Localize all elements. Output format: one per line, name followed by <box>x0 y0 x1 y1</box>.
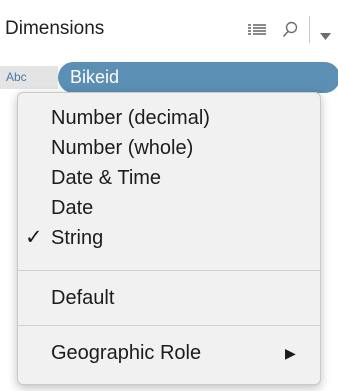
menu-item-label: Number (decimal) <box>51 107 210 129</box>
menu-item-number-decimal[interactable]: Number (decimal) <box>18 103 320 133</box>
list-view-icon[interactable] <box>248 23 266 41</box>
field-pill[interactable]: Bikeid <box>58 62 338 93</box>
string-type-badge[interactable]: Abc <box>0 66 58 89</box>
search-icon[interactable] <box>282 21 298 43</box>
header-divider <box>309 16 310 43</box>
menu-item-label: Number (whole) <box>51 137 194 159</box>
menu-item-label: Date <box>51 197 94 219</box>
dimensions-panel: Dimensions Abc Bikeid Number (decimal) N… <box>0 0 338 391</box>
checkmark-icon: ✓ <box>25 226 43 249</box>
menu-item-label: Geographic Role <box>51 342 202 364</box>
menu-item-label: Date & Time <box>51 167 162 189</box>
menu-item-string[interactable]: ✓ String <box>18 223 320 253</box>
menu-item-label: Default <box>51 287 115 309</box>
menu-item-default[interactable]: Default <box>18 283 320 313</box>
menu-separator <box>18 270 320 271</box>
menu-separator <box>18 325 320 326</box>
data-type-menu: Number (decimal) Number (whole) Date & T… <box>17 92 321 385</box>
menu-item-label: String <box>51 227 104 249</box>
panel-header: Dimensions <box>0 0 338 62</box>
panel-title: Dimensions <box>5 18 105 39</box>
menu-item-number-whole[interactable]: Number (whole) <box>18 133 320 163</box>
field-row-bikeid[interactable]: Abc Bikeid <box>0 62 338 93</box>
menu-item-date-time[interactable]: Date & Time <box>18 163 320 193</box>
submenu-arrow-icon: ▶ <box>285 345 296 361</box>
menu-item-geographic-role[interactable]: Geographic Role ▶ <box>18 338 320 368</box>
menu-item-date[interactable]: Date <box>18 193 320 223</box>
chevron-down-icon[interactable] <box>320 27 331 45</box>
